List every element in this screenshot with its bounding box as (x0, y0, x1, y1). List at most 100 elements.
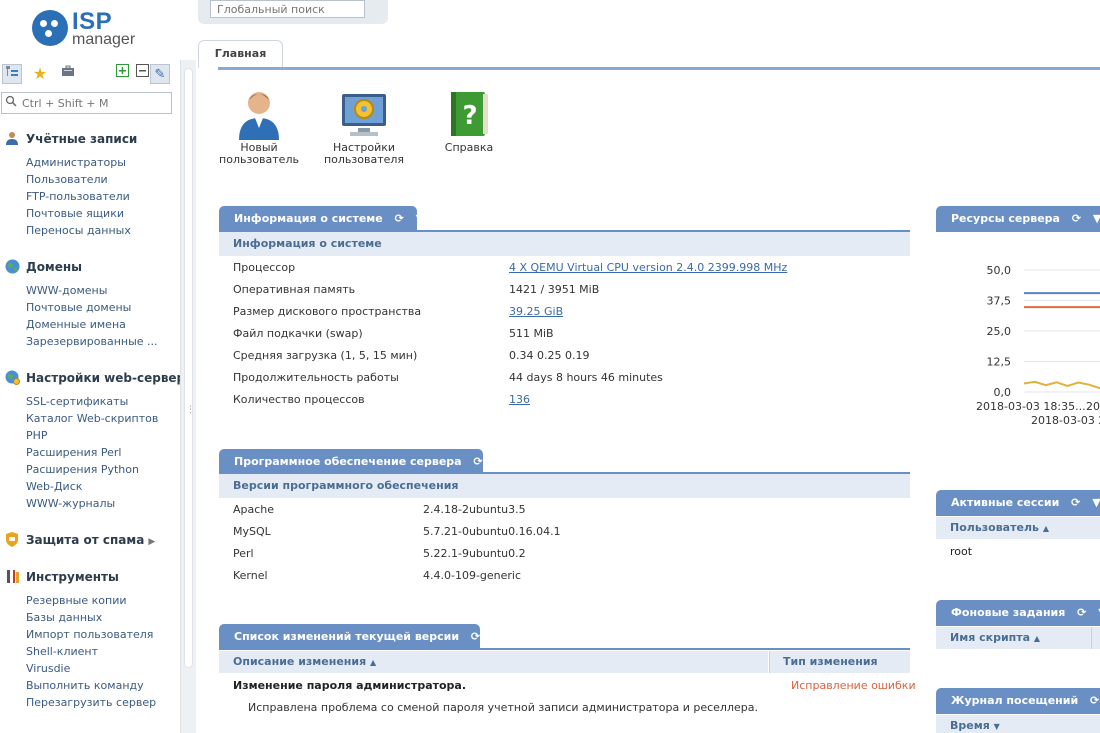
session-user: root (950, 545, 973, 558)
menu-item-perl[interactable]: Расширения Perl (26, 444, 180, 461)
collapse-all-icon[interactable] (132, 64, 152, 84)
refresh-icon[interactable]: ⟳ (473, 455, 482, 468)
visits-col-time[interactable]: Время ▼ (936, 715, 1100, 733)
changes-panel-header[interactable]: Список изменений текущей версии ⟳ ▼ (219, 624, 500, 649)
quick-help[interactable]: ? Справка (419, 88, 519, 154)
refresh-icon[interactable]: ⟳ (1071, 496, 1080, 509)
menu-item-ssl[interactable]: SSL-сертификаты (26, 393, 180, 410)
sysinfo-row: Процессор 4 X QEMU Virtual CPU version 2… (233, 257, 787, 279)
menu-item-mail-domains[interactable]: Почтовые домены (26, 299, 180, 316)
changes-panel-line (219, 648, 910, 650)
menu-item-administrators[interactable]: Администраторы (26, 154, 180, 171)
software-version: 5.22.1-9ubuntu0.2 (423, 547, 526, 560)
chart-x-tick-label: 2018-03-03 2 (1031, 414, 1100, 427)
software-panel-header[interactable]: Программное обеспечение сервера ⟳ ▼ (219, 449, 503, 474)
sysinfo-label: Продолжительность работы (233, 371, 399, 384)
global-search-input[interactable] (210, 0, 365, 18)
quick-label-line2: пользователя (323, 153, 405, 166)
refresh-icon[interactable]: ⟳ (1090, 694, 1099, 707)
new-user-icon (233, 88, 285, 140)
bgtasks-col-script[interactable]: Имя скрипта ▲ (936, 627, 1091, 649)
menu-item-webdisk[interactable]: Web-Диск (26, 478, 180, 495)
chart-y-tick-label: 50,0 (987, 264, 1012, 277)
menu-section-header[interactable]: Настройки web-сервера (4, 370, 193, 388)
sessions-panel-header[interactable]: Активные сессии ⟳ ▼ (936, 490, 1100, 515)
tab-main[interactable]: Главная (198, 40, 283, 68)
menu-section-header[interactable]: Инструменты (4, 569, 180, 587)
visits-panel-header[interactable]: Журнал посещений ⟳ ▼ (936, 688, 1100, 713)
menu-item-python[interactable]: Расширения Python (26, 461, 180, 478)
sidebar-search[interactable] (1, 92, 172, 114)
menu-item-ftp-users[interactable]: FTP-пользователи (26, 188, 180, 205)
refresh-icon[interactable]: ⟳ (395, 212, 404, 225)
refresh-icon[interactable]: ⟳ (1077, 606, 1086, 619)
tree-view-icon[interactable] (2, 64, 22, 84)
logo-text-manager: manager (72, 31, 136, 48)
chevron-down-icon[interactable]: ▼ (1092, 496, 1100, 509)
sysinfo-value: 511 MiB (509, 327, 554, 340)
quick-user-settings[interactable]: Настройки пользователя (314, 88, 414, 166)
software-version: 2.4.18-2ubuntu3.5 (423, 503, 526, 516)
menu-item-web-scripts[interactable]: Каталог Web-скриптов (26, 410, 180, 427)
favorites-star-icon[interactable]: ★ (30, 64, 50, 84)
sysinfo-label: Оперативная память (233, 283, 356, 296)
briefcase-icon[interactable] (58, 64, 78, 84)
software-name: Perl (233, 547, 254, 560)
quick-new-user[interactable]: Новый пользователь (209, 88, 309, 166)
resources-panel-title: Ресурсы сервера (951, 212, 1060, 225)
refresh-icon[interactable]: ⟳ (471, 630, 480, 643)
software-version: 5.7.21-0ubuntu0.16.04.1 (423, 525, 561, 538)
refresh-icon[interactable]: ⟳ (1072, 212, 1081, 225)
change-item-desc: Исправлена проблема со сменой пароля уче… (248, 701, 758, 714)
changes-col-type[interactable]: Тип изменения (769, 651, 910, 673)
menu-item-run-command[interactable]: Выполнить команду (26, 677, 180, 694)
menu-item-php[interactable]: PHP (26, 427, 180, 444)
menu-item-www-logs[interactable]: WWW-журналы (26, 495, 180, 512)
sidebar-scrollbar[interactable]: ⋮ (180, 60, 196, 733)
menu-item-databases[interactable]: Базы данных (26, 609, 180, 626)
software-row: Perl 5.22.1-9ubuntu0.2 (233, 543, 526, 565)
menu-item-data-transfers[interactable]: Переносы данных (26, 222, 180, 239)
sidebar-search-input[interactable] (22, 95, 167, 111)
chart-y-tick-label: 0,0 (994, 386, 1012, 399)
shield-icon (4, 532, 20, 548)
resources-panel-header[interactable]: Ресурсы сервера ⟳ ▼ (936, 206, 1100, 231)
menu-item-users[interactable]: Пользователи (26, 171, 180, 188)
menu-item-virusdie[interactable]: Virusdie (26, 660, 180, 677)
cpu-value-link[interactable]: 4 X QEMU Virtual CPU version 2.4.0 2399.… (509, 257, 787, 279)
menu-section-title: Домены (26, 260, 83, 274)
disk-value-link[interactable]: 39.25 GiB (509, 301, 563, 323)
resources-panel-line (936, 230, 1100, 232)
sysinfo-value: 0.34 0.25 0.19 (509, 349, 590, 362)
menu-item-user-import[interactable]: Импорт пользователя (26, 626, 180, 643)
menu-section-header[interactable]: Домены (4, 259, 180, 277)
processes-value-link[interactable]: 136 (509, 389, 530, 411)
menu-item-mailboxes[interactable]: Почтовые ящики (26, 205, 180, 222)
chevron-down-icon[interactable]: ▼ (492, 630, 500, 643)
menu-item-reboot[interactable]: Перезагрузить сервер (26, 694, 180, 711)
bgtasks-panel-header[interactable]: Фоновые задания ⟳ ▼ (936, 600, 1100, 625)
changes-col-desc[interactable]: Описание изменения ▲ (219, 651, 768, 673)
user-icon (4, 131, 20, 147)
splitter-handle-icon: ⋮ (186, 405, 195, 415)
menu-item-www-domains[interactable]: WWW-домены (26, 282, 180, 299)
pin-icon[interactable]: ✎ (150, 64, 170, 84)
chevron-right-icon: ▶ (148, 537, 156, 547)
chevron-down-icon[interactable]: ▼ (416, 212, 424, 225)
menu-item-domain-names[interactable]: Доменные имена (26, 316, 180, 333)
sysinfo-panel-header[interactable]: Информация о системе ⟳ ▼ (219, 206, 424, 231)
scrollbar-thumb[interactable] (184, 68, 193, 668)
expand-all-icon[interactable] (112, 64, 132, 84)
menu-item-shell[interactable]: Shell-клиент (26, 643, 180, 660)
menu-section-domains: Домены WWW-домены Почтовые домены Доменн… (4, 259, 180, 350)
ispmanager-logo[interactable]: ISP manager (32, 8, 152, 53)
menu-item-reserved[interactable]: Зарезервированные ... (26, 333, 180, 350)
menu-section-spam: Защита от спама ▶ (4, 532, 180, 550)
menu-section-header[interactable]: Учётные записи (4, 131, 180, 149)
sessions-col-user[interactable]: Пользователь ▲ (936, 517, 1100, 539)
chevron-down-icon[interactable]: ▼ (1093, 212, 1100, 225)
menu-section-accounts: Учётные записи Администраторы Пользовате… (4, 131, 180, 239)
chevron-down-icon[interactable]: ▼ (494, 455, 502, 468)
menu-item-backups[interactable]: Резервные копии (26, 592, 180, 609)
menu-section-header[interactable]: Защита от спама ▶ (4, 532, 180, 550)
